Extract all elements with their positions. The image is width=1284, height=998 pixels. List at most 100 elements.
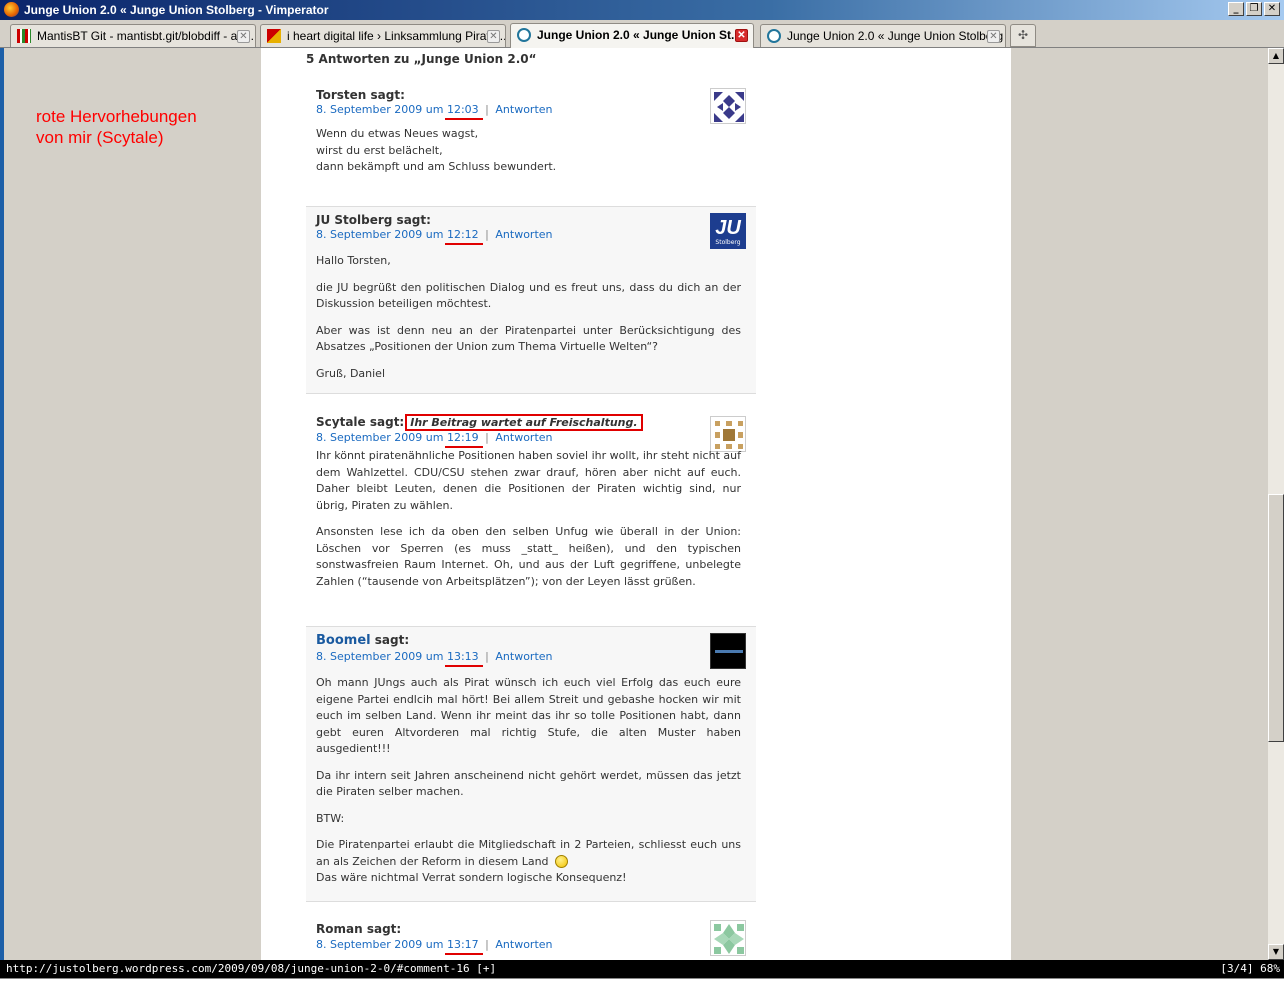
tab-junge-union-active[interactable]: Junge Union 2.0 « Junge Union St... ✕ [510, 23, 754, 48]
says-label: sagt: [366, 922, 402, 936]
comment-date[interactable]: 8. September 2009 um [316, 103, 443, 116]
firefox-icon [4, 2, 19, 17]
close-window-button[interactable]: ✕ [1264, 2, 1280, 16]
comment-meta: 8. September 2009 um 13:13 | Antworten [316, 650, 553, 667]
reply-link[interactable]: Antworten [495, 938, 552, 951]
comment-author: Scytale [316, 415, 366, 429]
window-titlebar: Junge Union 2.0 « Junge Union Stolberg -… [0, 0, 1284, 20]
new-tab-button[interactable]: ✣ [1010, 24, 1036, 47]
status-url: http://justolberg.wordpress.com/2009/09/… [6, 962, 497, 975]
reply-link[interactable]: Antworten [495, 228, 552, 241]
comment-torsten: Torsten sagt: 8. September 2009 um 12:03… [306, 82, 756, 204]
comments-title: 5 Antworten zu „Junge Union 2.0“ [306, 52, 537, 66]
comment-paragraph: Oh mann JUngs auch als Pirat wünsch ich … [316, 676, 741, 755]
annotation-line-2: von mir (Scytale) [36, 128, 164, 147]
maximize-button[interactable]: ❐ [1246, 2, 1262, 16]
comment-text: Wenn du etwas Neues wagst, wirst du erst… [316, 127, 557, 173]
scrollbar-thumb[interactable] [1268, 494, 1284, 742]
comment-author: Roman [316, 922, 363, 936]
red-underline [444, 665, 483, 667]
reply-link[interactable]: Antworten [495, 103, 552, 116]
scroll-up-button[interactable]: ▲ [1268, 48, 1284, 64]
avatar-identicon[interactable] [710, 920, 746, 956]
close-tab-icon[interactable]: ✕ [237, 30, 250, 43]
avatar-identicon[interactable] [710, 88, 746, 124]
avatar-identicon[interactable] [710, 416, 746, 452]
separator: | [485, 431, 489, 444]
window-title: Junge Union 2.0 « Junge Union Stolberg -… [24, 3, 329, 17]
comment-meta: 8. September 2009 um 12:12 | Antworten [316, 228, 553, 245]
tab-mantisbt[interactable]: MantisBT Git - mantisbt.git/blobdiff - a… [10, 24, 256, 47]
comment-date[interactable]: 8. September 2009 um [316, 431, 443, 444]
comment-paragraph: Ansonsten lese ich da oben den selben Un… [316, 525, 741, 588]
vimperator-commandline[interactable] [0, 978, 1284, 998]
separator: | [485, 938, 489, 951]
comment-time-link[interactable]: 13:13 [444, 650, 483, 667]
comment-author-line: Torsten sagt: [316, 88, 405, 102]
comment-text: Oh mann JUngs auch als Pirat wünsch ich … [316, 675, 741, 897]
comment-paragraph: Die Piratenpartei erlaubt die Mitgliedsc… [316, 838, 741, 868]
comment-time-link[interactable]: 13:17 [444, 938, 483, 955]
tab-junge-union[interactable]: Junge Union 2.0 « Junge Union Stolberg ✕ [760, 24, 1006, 47]
tab-label: MantisBT Git - mantisbt.git/blobdiff - a… [37, 29, 254, 43]
comment-paragraph: BTW: [316, 811, 345, 825]
comment-author-link[interactable]: Boomel [316, 633, 371, 648]
comment-ju-stolberg: JU Stolberg sagt: 8. September 2009 um 1… [306, 206, 756, 394]
heart-favicon [267, 29, 281, 43]
close-tab-icon[interactable]: ✕ [487, 30, 500, 43]
red-underline [444, 953, 483, 955]
scroll-down-button[interactable]: ▼ [1268, 944, 1284, 960]
says-label: sagt: [396, 213, 431, 227]
close-tab-icon[interactable]: ✕ [987, 30, 1000, 43]
browser-viewport: rote Hervorhebungen von mir (Scytale) 5 … [0, 48, 1268, 960]
close-tab-icon[interactable]: ✕ [735, 29, 748, 42]
wordpress-favicon [767, 29, 781, 43]
says-label: sagt: [370, 88, 405, 102]
red-underline [444, 243, 483, 245]
comment-time-link[interactable]: 12:03 [444, 103, 483, 120]
smiley-icon [554, 855, 568, 868]
tab-label: Junge Union 2.0 « Junge Union Stolberg [787, 29, 1004, 43]
minimize-button[interactable]: _ [1228, 2, 1244, 16]
comment-date[interactable]: 8. September 2009 um [316, 650, 443, 663]
comment-paragraph: Da ihr intern seit Jahren anscheinend ni… [316, 768, 741, 799]
avatar-ju-logo[interactable]: JU Stolberg [710, 213, 746, 249]
ju-logo-sub: Stolberg [715, 239, 741, 246]
reply-link[interactable]: Antworten [495, 431, 552, 444]
tab-label: i heart digital life › Linksammlung Pira… [287, 29, 506, 43]
moderation-notice: Ihr Beitrag wartet auf Freischaltung. [405, 414, 643, 431]
comment-author-line: JU Stolberg sagt: [316, 213, 431, 227]
tab-iheart[interactable]: i heart digital life › Linksammlung Pira… [260, 24, 506, 47]
left-edge-strip [0, 48, 4, 960]
comment-date[interactable]: 8. September 2009 um [316, 228, 443, 241]
ju-logo-text: JU [715, 217, 741, 239]
comment-meta: 8. September 2009 um 12:03 | Antworten [316, 103, 553, 120]
comment-paragraph: Gruß, Daniel [316, 366, 386, 380]
comment-text: Hallo Torsten, die JU begrüßt den politi… [316, 253, 741, 392]
comment-meta: 8. September 2009 um 12:19 | Antworten [316, 431, 553, 448]
comment-paragraph: Aber was ist denn neu an der Piratenpart… [316, 323, 741, 354]
reply-link[interactable]: Antworten [495, 650, 552, 663]
comment-author: Torsten [316, 88, 367, 102]
comment-paragraph: Hallo Torsten, [316, 254, 391, 267]
separator: | [485, 228, 489, 241]
comment-author-line: Scytale sagt: Ihr Beitrag wartet auf Frei… [316, 414, 643, 431]
comment-time-link[interactable]: 12:12 [444, 228, 483, 245]
says-label: sagt: [374, 633, 410, 647]
red-underline [444, 118, 483, 120]
blog-page: 5 Antworten zu „Junge Union 2.0“ Torsten… [261, 48, 1011, 960]
wordpress-favicon [517, 28, 531, 42]
status-position: [3/4] 68% [1220, 962, 1280, 975]
comment-paragraph: die JU begrüßt den politischen Dialog un… [316, 280, 741, 311]
says-label: sagt: [369, 415, 405, 429]
comment-time-link[interactable]: 12:19 [444, 431, 483, 448]
comment-date[interactable]: 8. September 2009 um [316, 938, 443, 951]
comment-roman: Roman sagt: 8. September 2009 um 13:17 |… [306, 914, 756, 960]
tab-label: Junge Union 2.0 « Junge Union St... [537, 28, 742, 42]
avatar-image[interactable] [710, 633, 746, 669]
vertical-scrollbar[interactable]: ▲ ▼ [1268, 48, 1284, 960]
comment-author-line: Roman sagt: [316, 922, 401, 936]
comment-meta: 8. September 2009 um 13:17 | Antworten [316, 938, 553, 955]
mantis-favicon [17, 29, 31, 43]
comment-author-line: Boomel sagt: [316, 633, 409, 648]
